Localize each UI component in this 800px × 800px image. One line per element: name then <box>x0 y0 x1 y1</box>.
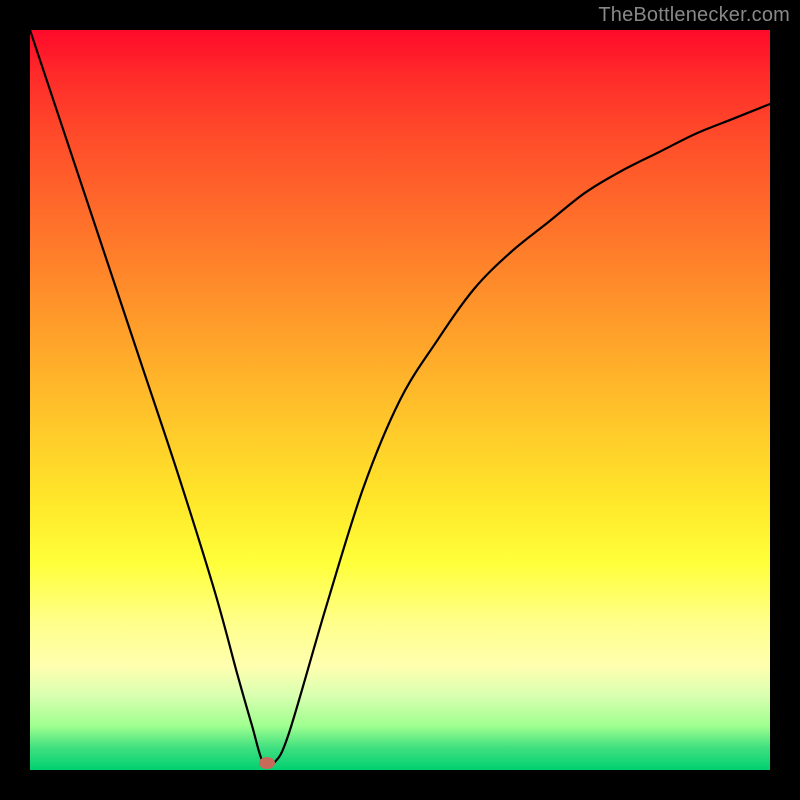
chart-frame: TheBottlenecker.com <box>0 0 800 800</box>
watermark-text: TheBottlenecker.com <box>598 4 790 27</box>
optimal-point-marker <box>259 757 275 769</box>
bottleneck-curve <box>30 30 770 767</box>
plot-area <box>30 30 770 770</box>
curve-svg <box>30 30 770 770</box>
